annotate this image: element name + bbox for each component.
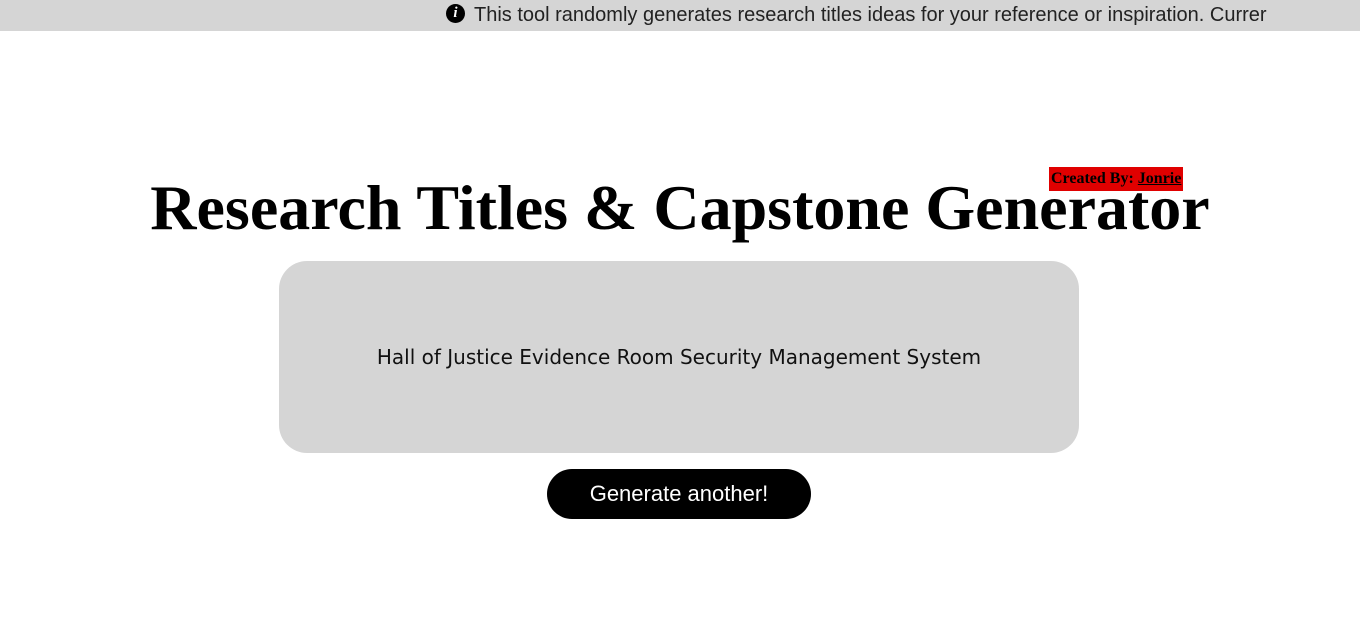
generated-title-text: Hall of Justice Evidence Room Security M… bbox=[376, 345, 982, 369]
info-icon: i bbox=[446, 3, 465, 23]
info-marquee-text: This tool randomly generates research ti… bbox=[474, 4, 1267, 26]
generated-title-card: Hall of Justice Evidence Room Security M… bbox=[279, 261, 1079, 453]
author-link[interactable]: Jonrie bbox=[1138, 170, 1182, 187]
generate-another-button[interactable]: Generate another! bbox=[547, 469, 811, 519]
info-marquee-content: i This tool randomly generates research … bbox=[446, 2, 1267, 28]
creator-credit-badge: Created By: Jonrie bbox=[1049, 167, 1184, 191]
info-marquee-bar: i This tool randomly generates research … bbox=[0, 0, 1360, 31]
credit-prefix: Created By: bbox=[1051, 170, 1138, 187]
